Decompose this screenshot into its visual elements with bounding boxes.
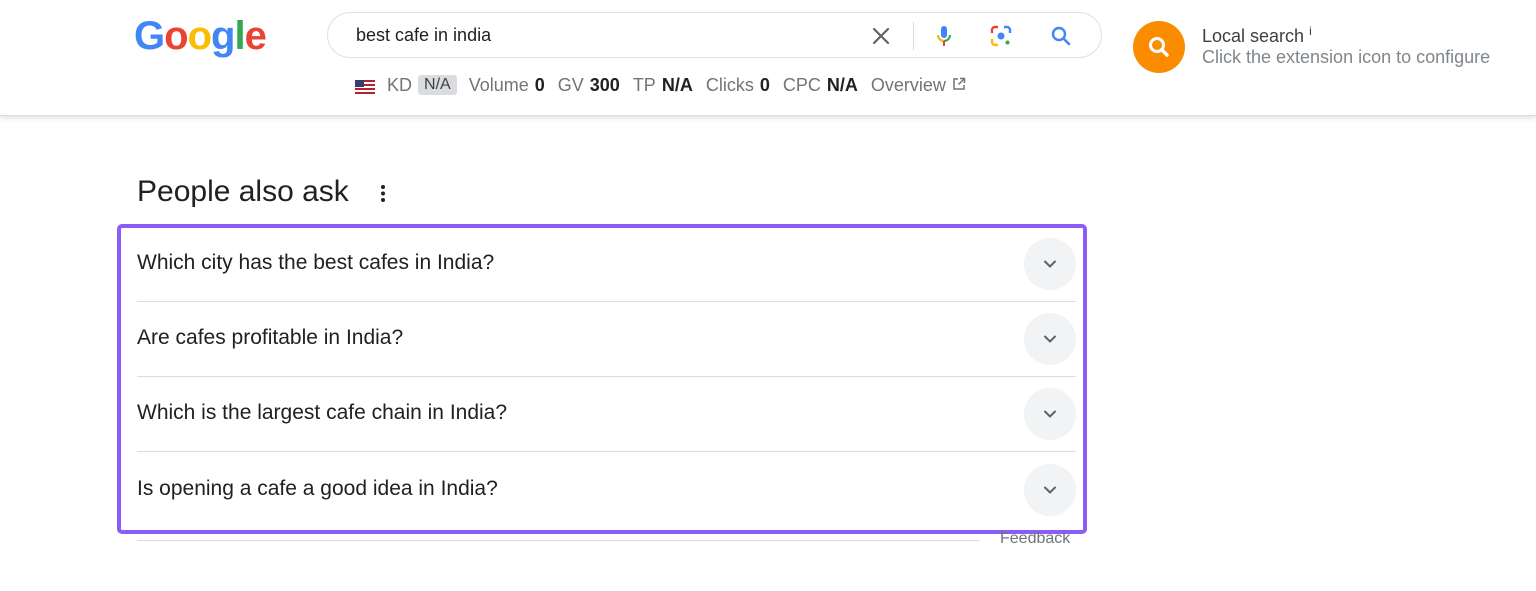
question-text: Which city has the best cafes in India? <box>137 251 495 274</box>
search-divider <box>913 22 914 50</box>
extension-title: Local search i <box>1202 24 1312 47</box>
logo-letter: o <box>164 14 188 58</box>
extension-subtitle: Click the extension icon to configure <box>1202 47 1491 67</box>
expand-button[interactable] <box>1024 464 1076 516</box>
question-row[interactable]: Which is the largest cafe chain in India… <box>137 377 1076 452</box>
question-row[interactable]: Are cafes profitable in India? <box>137 302 1076 377</box>
tp-label: TP <box>632 74 656 95</box>
clicks-label: Clicks <box>705 74 754 95</box>
question-text: Which is the largest cafe chain in India… <box>137 401 508 424</box>
kd-value: N/A <box>418 75 457 95</box>
divider <box>137 540 980 541</box>
logo-letter: e <box>244 14 267 58</box>
volume-label: Volume <box>468 74 529 95</box>
gv-label: GV <box>557 74 584 95</box>
info-icon[interactable]: i <box>1309 24 1312 38</box>
question-text: Is opening a cafe a good idea in India? <box>137 477 498 500</box>
volume-value: 0 <box>534 74 545 95</box>
question-row[interactable]: Which city has the best cafes in India? <box>137 227 1076 302</box>
question-row[interactable]: Is opening a cafe a good idea in India? <box>137 453 1076 528</box>
question-text: Are cafes profitable in India? <box>137 326 404 349</box>
external-link-icon <box>952 75 966 96</box>
people-also-ask-title: People also ask <box>137 175 349 208</box>
logo-letter: l <box>234 14 245 58</box>
google-logo[interactable]: Google <box>134 14 267 59</box>
cpc-value: N/A <box>826 74 858 95</box>
local-search-extension-icon[interactable] <box>1133 21 1185 73</box>
seo-metrics-bar: KD N/A Volume 0 GV 300 TP N/A Clicks 0 C… <box>355 73 966 97</box>
gv-value: 300 <box>589 74 620 95</box>
microphone-icon[interactable] <box>932 24 956 48</box>
tp-value: N/A <box>661 74 693 95</box>
lens-icon[interactable] <box>989 24 1013 48</box>
search-header: Google best cafe in india KD N/A Volume … <box>0 0 1536 116</box>
search-icon[interactable] <box>1049 24 1073 48</box>
clicks-value: 0 <box>759 74 770 95</box>
overview-link[interactable]: Overview <box>871 75 966 96</box>
logo-letter: g <box>211 14 235 58</box>
cpc-label: CPC <box>782 74 821 95</box>
close-icon[interactable] <box>869 24 893 48</box>
search-input[interactable] <box>356 23 836 47</box>
kd-label: KD <box>387 74 413 95</box>
extension-title-text: Local search <box>1202 26 1305 46</box>
expand-button[interactable] <box>1024 238 1076 290</box>
search-box <box>327 12 1102 58</box>
expand-button[interactable] <box>1024 313 1076 365</box>
feedback-link[interactable]: Feedback <box>1000 530 1070 548</box>
more-options-icon[interactable] <box>376 180 390 208</box>
us-flag-icon <box>355 78 375 94</box>
logo-letter: o <box>187 14 212 58</box>
expand-button[interactable] <box>1024 388 1076 440</box>
logo-letter: G <box>134 14 165 58</box>
overview-label: Overview <box>870 74 946 95</box>
